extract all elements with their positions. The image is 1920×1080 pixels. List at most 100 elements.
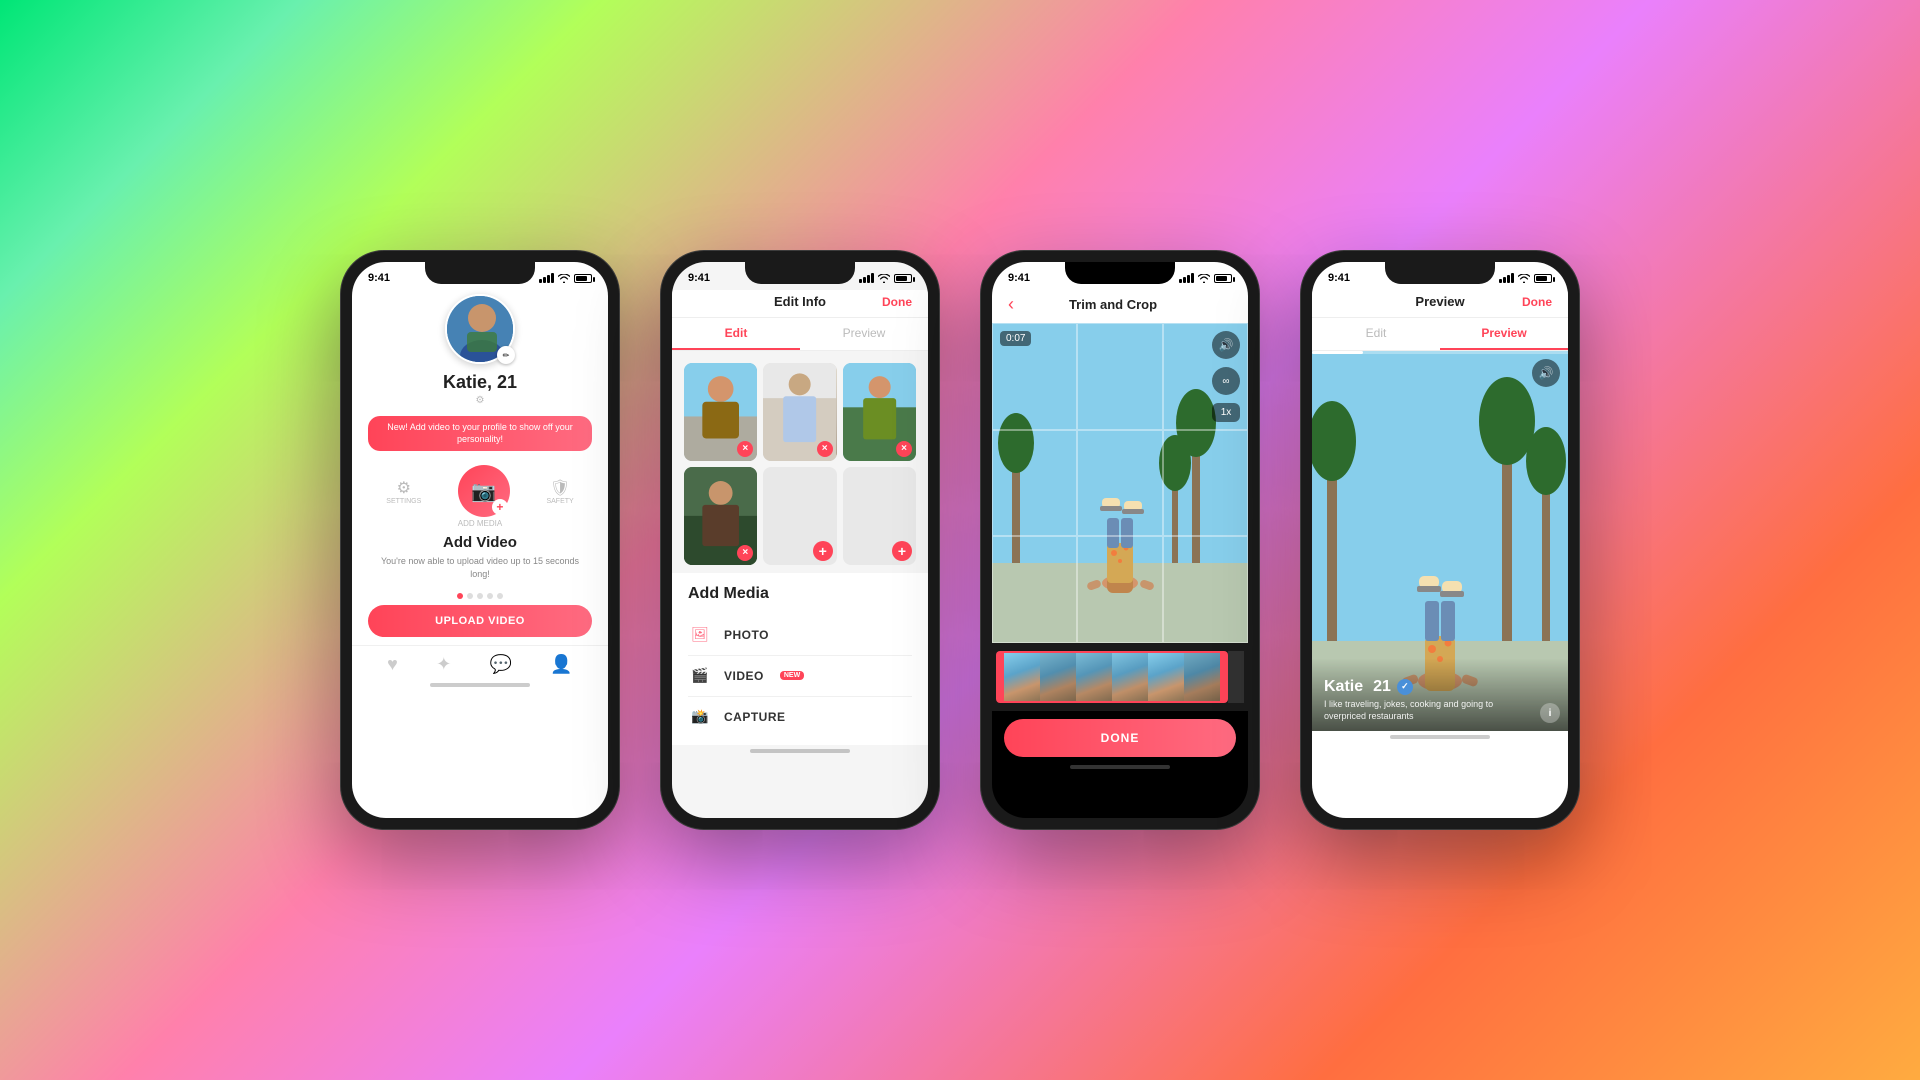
timeline-strip[interactable] [992, 643, 1248, 711]
bottom-nav-1: ♥ ✦ 💬 👤 [352, 645, 608, 679]
timeline-frames [1004, 651, 1220, 703]
video-frame-svg [992, 323, 1248, 643]
edit-done-button[interactable]: Done [882, 295, 912, 309]
photo-delete-2[interactable]: × [817, 441, 833, 457]
trim-title: Trim and Crop [1069, 297, 1157, 312]
add-media-button[interactable]: 📷 + [458, 465, 510, 517]
dot-1 [457, 593, 463, 599]
photo-media-icon: 🖼 [688, 623, 712, 647]
time-3: 9:41 [1008, 272, 1030, 284]
nav-profile[interactable]: 👤 [550, 654, 572, 675]
tab-preview[interactable]: Preview [800, 318, 928, 350]
wifi-icon-1 [558, 274, 570, 283]
safety-icon-group[interactable]: 🛡 SAFETY [546, 478, 573, 505]
nav-sparkle[interactable]: ✦ [436, 654, 451, 675]
preview-done-button[interactable]: Done [1522, 295, 1552, 309]
photo-grid: × × × [672, 359, 928, 569]
photo-delete-1[interactable]: × [737, 441, 753, 457]
preview-progress-fill [1312, 351, 1363, 354]
new-badge: NEW [780, 671, 804, 680]
photo-cell-4[interactable]: × [684, 467, 757, 565]
nav-chat[interactable]: 💬 [490, 654, 512, 675]
preview-tab-edit[interactable]: Edit [1312, 318, 1440, 350]
video-label: VIDEO [724, 669, 764, 683]
status-icons-2 [859, 273, 912, 283]
video-controls: 🔊 ∞ 1x [1212, 331, 1240, 422]
wifi-icon-2 [878, 274, 890, 283]
profile-name: Katie, 21 [352, 372, 608, 393]
notch-2 [745, 262, 855, 284]
info-button[interactable]: i [1540, 703, 1560, 723]
preview-header: Preview Done [1312, 290, 1568, 318]
loop-button[interactable]: ∞ [1212, 367, 1240, 395]
preview-title: Preview [1358, 294, 1522, 309]
photo-delete-3[interactable]: × [896, 441, 912, 457]
preview-volume-button[interactable]: 🔊 [1532, 359, 1560, 387]
trim-done-button[interactable]: DONE [1004, 719, 1236, 757]
time-1: 9:41 [368, 272, 390, 284]
time-2: 9:41 [688, 272, 710, 284]
battery-icon-2 [894, 274, 912, 283]
settings-icon-group[interactable]: ⚙ SETTINGS [386, 478, 421, 505]
preview-bio: I like traveling, jokes, cooking and goi… [1324, 698, 1510, 723]
preview-tabs: Edit Preview [1312, 318, 1568, 351]
signal-icon-4 [1499, 273, 1514, 283]
media-option-capture[interactable]: 📸 CAPTURE [688, 697, 912, 737]
capture-label: CAPTURE [724, 710, 786, 724]
photo-cell-1[interactable]: × [684, 363, 757, 461]
dot-4 [487, 593, 493, 599]
frame-1 [1004, 653, 1040, 701]
add-video-banner: New! Add video to your profile to show o… [368, 416, 592, 451]
phone-3: 9:41 ‹ Trim and Crop [980, 250, 1260, 830]
preview-progress-bar[interactable] [1312, 351, 1568, 354]
profile-gear: ⚙ [352, 395, 608, 406]
preview-video-area: 🔊 Katie 21 ✓ I like traveling, jokes, co… [1312, 351, 1568, 731]
preview-tab-preview[interactable]: Preview [1440, 318, 1568, 350]
photo-delete-4[interactable]: × [737, 545, 753, 561]
phone-2: 9:41 Edit Info Done [660, 250, 940, 830]
battery-icon-3 [1214, 274, 1232, 283]
photo-cell-3[interactable]: × [843, 363, 916, 461]
signal-icon-3 [1179, 273, 1194, 283]
battery-icon-4 [1534, 274, 1552, 283]
preview-info-overlay: Katie 21 ✓ I like traveling, jokes, cook… [1312, 658, 1568, 731]
volume-button[interactable]: 🔊 [1212, 331, 1240, 359]
timeline-extra [1228, 651, 1244, 703]
photo-add-slot-2[interactable]: + [843, 467, 916, 565]
video-media-icon: 🎬 [688, 664, 712, 688]
upload-video-button[interactable]: UPLOAD VIDEO [368, 605, 592, 637]
video-timer: 0:07 [1000, 331, 1031, 346]
add-photo-button-1[interactable]: + [813, 541, 833, 561]
avatar: ✏ [445, 294, 515, 364]
media-option-video[interactable]: 🎬 VIDEO NEW [688, 656, 912, 697]
home-indicator-2 [750, 749, 850, 753]
add-video-section: Add Video You're now able to upload vide… [352, 528, 608, 586]
signal-icon-2 [859, 273, 874, 283]
edit-info-title: Edit Info [718, 294, 882, 309]
phone-1: 9:41 [340, 250, 620, 830]
phone-1-screen: 9:41 [352, 262, 608, 818]
speed-button[interactable]: 1x [1212, 403, 1240, 422]
status-icons-1 [539, 273, 592, 283]
timeline-handle-right[interactable] [1220, 651, 1228, 703]
add-photo-button-2[interactable]: + [892, 541, 912, 561]
media-option-photo[interactable]: 🖼 PHOTO [688, 615, 912, 656]
timeline-handle-left[interactable] [996, 651, 1004, 703]
photo-add-slot-1[interactable]: + [763, 467, 836, 565]
tab-edit[interactable]: Edit [672, 318, 800, 350]
video-preview-area: 0:07 🔊 ∞ 1x [992, 323, 1248, 643]
plus-badge: + [492, 499, 508, 515]
edit-avatar-button[interactable]: ✏ [497, 346, 515, 364]
back-button[interactable]: ‹ [1008, 294, 1014, 315]
phone-3-screen: 9:41 ‹ Trim and Crop [992, 262, 1248, 818]
status-icons-3 [1179, 273, 1232, 283]
nav-heart[interactable]: ♥ [387, 654, 398, 675]
profile-section: ✏ Katie, 21 ⚙ [352, 290, 608, 410]
battery-icon-1 [574, 274, 592, 283]
dot-3 [477, 593, 483, 599]
photo-cell-2[interactable]: × [763, 363, 836, 461]
signal-icon-1 [539, 273, 554, 283]
add-video-title: Add Video [372, 534, 588, 551]
frame-2 [1040, 653, 1076, 701]
frame-3 [1076, 653, 1112, 701]
